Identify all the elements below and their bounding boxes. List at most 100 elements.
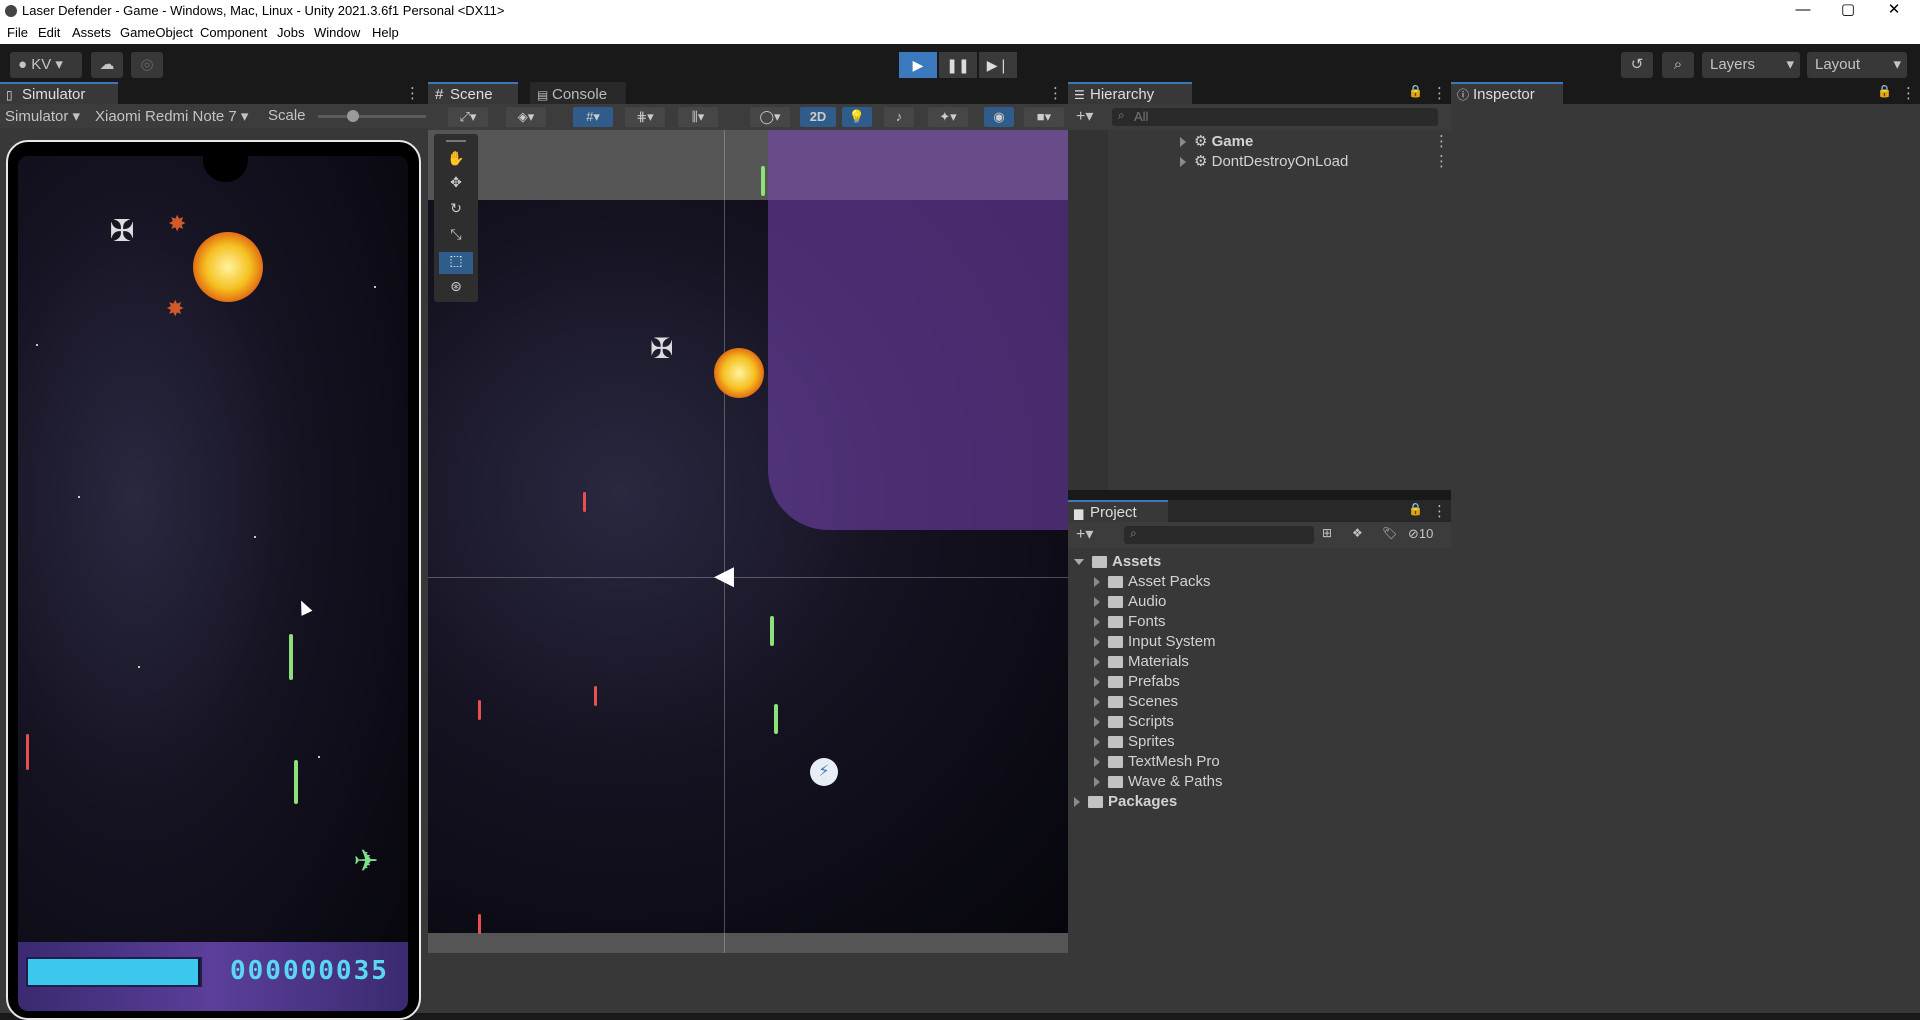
tool-palette-handle[interactable]: [446, 140, 466, 142]
hierarchy-item-game[interactable]: ⚙ Game: [1108, 132, 1408, 152]
panel-menu-icon[interactable]: ⋮: [1901, 84, 1916, 102]
chevron-down-icon: ▾: [55, 56, 63, 73]
folder-icon: [1108, 716, 1123, 729]
project-search-input[interactable]: ⌕: [1124, 526, 1314, 544]
hand-tool-icon[interactable]: ✋: [439, 150, 473, 172]
minimize-button[interactable]: —: [1781, 0, 1825, 22]
account-dropdown[interactable]: ● KV ▾: [10, 52, 82, 78]
device-dropdown[interactable]: Xiaomi Redmi Note 7 ▾: [95, 107, 248, 125]
grid-snap-dropdown[interactable]: #▾: [573, 107, 613, 127]
panel-menu-icon[interactable]: ⋮: [1048, 84, 1063, 102]
game-view[interactable]: ✠ ✸ ✸ ✈ 000000035: [18, 156, 408, 1011]
folder-label: Wave & Paths: [1128, 773, 1223, 790]
folder-materials[interactable]: Materials: [1074, 652, 1374, 672]
folder-audio[interactable]: Audio: [1074, 592, 1374, 612]
folder-input-system[interactable]: Input System: [1074, 632, 1374, 652]
step-button[interactable]: ▶❘: [979, 52, 1017, 78]
rect-tool-icon[interactable]: ⬚: [439, 252, 473, 274]
transform-tool-icon[interactable]: ⊛: [439, 278, 473, 300]
folder-fonts[interactable]: Fonts: [1074, 612, 1374, 632]
collab-icon[interactable]: ◎: [131, 52, 163, 78]
tab-simulator[interactable]: ▯ Simulator: [0, 82, 118, 104]
effects-dropdown[interactable]: ✦▾: [928, 107, 968, 127]
menu-gameobject[interactable]: GameObject: [120, 25, 193, 40]
audio-toggle-icon[interactable]: ♪: [884, 107, 914, 127]
folder-scripts[interactable]: Scripts: [1074, 712, 1374, 732]
search-icon: ⌕: [1118, 108, 1125, 122]
item-menu-icon[interactable]: ⋮: [1434, 132, 1449, 150]
folder-prefabs[interactable]: Prefabs: [1074, 672, 1374, 692]
label-filter-icon[interactable]: 🏷: [1382, 526, 1397, 540]
enemy-laser: [26, 734, 29, 770]
tool-palette: ✋ ✥ ↻ ⤡ ⬚ ⊛: [434, 134, 478, 302]
scene-viewport[interactable]: ✠ ◀ ⚡ ✋ ✥ ↻ ⤡ ⬚ ⊛: [428, 130, 1068, 953]
folder-icon: [1108, 656, 1123, 669]
tab-scene[interactable]: # Scene: [428, 82, 518, 104]
tab-inspector[interactable]: ⓘ Inspector: [1451, 82, 1563, 104]
folder-assets[interactable]: Assets: [1074, 552, 1374, 572]
search-icon[interactable]: ⌕: [1662, 52, 1694, 78]
lighting-toggle-icon[interactable]: 💡: [842, 107, 872, 127]
add-icon[interactable]: +▾: [1076, 106, 1093, 126]
snap-increment-dropdown[interactable]: ⋕▾: [625, 107, 665, 127]
layers-dropdown[interactable]: Layers ▾: [1702, 52, 1800, 78]
folder-asset-packs[interactable]: Asset Packs: [1074, 572, 1374, 592]
folder-label: Materials: [1128, 653, 1189, 670]
menu-file[interactable]: File: [7, 25, 28, 40]
close-button[interactable]: ✕: [1872, 0, 1916, 22]
folder-wave-paths[interactable]: Wave & Paths: [1074, 772, 1374, 792]
folder-icon: [1108, 596, 1123, 609]
folder-textmesh-pro[interactable]: TextMesh Pro: [1074, 752, 1374, 772]
folder-icon: [1088, 796, 1103, 809]
folder-scenes[interactable]: Scenes: [1074, 692, 1374, 712]
cloud-icon[interactable]: ☁: [91, 52, 123, 78]
visibility-toggle-icon[interactable]: ◉: [984, 107, 1014, 127]
panel-menu-icon[interactable]: ⋮: [1432, 84, 1447, 102]
rotate-tool-icon[interactable]: ↻: [439, 200, 473, 222]
search-filter-icon[interactable]: ⊞: [1322, 526, 1332, 540]
menu-help[interactable]: Help: [372, 25, 399, 40]
type-filter-icon[interactable]: ❖: [1352, 526, 1363, 540]
play-button[interactable]: ▶: [899, 52, 937, 78]
mode-2d-toggle[interactable]: 2D: [800, 107, 836, 127]
tab-hierarchy[interactable]: ☰ Hierarchy: [1068, 82, 1192, 104]
hidden-packages-toggle[interactable]: ⊘10: [1408, 526, 1433, 542]
menu-jobs[interactable]: Jobs: [277, 25, 304, 40]
gizmo-tool-dropdown[interactable]: ⤢▾: [448, 107, 488, 127]
layout-dropdown[interactable]: Layout ▾: [1807, 52, 1907, 78]
folder-label: Audio: [1128, 593, 1167, 610]
grid-plane-dropdown[interactable]: ⫼▾: [678, 107, 718, 127]
tab-console[interactable]: ▤ Console: [530, 82, 626, 104]
menu-assets[interactable]: Assets: [72, 25, 111, 40]
folder-sprites[interactable]: Sprites: [1074, 732, 1374, 752]
menu-window[interactable]: Window: [314, 25, 360, 40]
draw-mode-dropdown[interactable]: ◈▾: [506, 107, 546, 127]
lock-icon[interactable]: 🔒: [1408, 502, 1423, 516]
lock-icon[interactable]: 🔒: [1408, 84, 1423, 98]
folder-packages[interactable]: Packages: [1074, 792, 1374, 812]
shading-dropdown[interactable]: ◯▾: [750, 107, 790, 127]
menu-edit[interactable]: Edit: [38, 25, 60, 40]
tab-project[interactable]: ▆ Project: [1068, 500, 1168, 522]
simulator-mode-dropdown[interactable]: Simulator ▾: [5, 107, 80, 125]
menu-component[interactable]: Component: [200, 25, 267, 40]
item-menu-icon[interactable]: ⋮: [1434, 152, 1449, 170]
panel-menu-icon[interactable]: ⋮: [405, 84, 420, 102]
scale-tool-icon[interactable]: ⤡: [439, 226, 473, 248]
move-tool-icon[interactable]: ✥: [439, 174, 473, 196]
history-icon[interactable]: ↺: [1621, 52, 1653, 78]
maximize-button[interactable]: ▢: [1826, 0, 1870, 22]
add-icon[interactable]: +▾: [1076, 524, 1093, 544]
camera-dropdown[interactable]: ■▾: [1024, 107, 1064, 127]
panel-menu-icon[interactable]: ⋮: [1432, 502, 1447, 520]
folder-label: Scenes: [1128, 693, 1179, 710]
folder-label: Sprites: [1128, 733, 1175, 750]
hierarchy-item-dontdestroyonload[interactable]: ⚙ DontDestroyOnLoad: [1108, 152, 1408, 172]
hierarchy-search-input[interactable]: ⌕ All: [1112, 108, 1438, 126]
lock-icon[interactable]: 🔒: [1877, 84, 1892, 98]
scale-slider[interactable]: [318, 110, 426, 122]
enemy-ship: ✠: [650, 333, 674, 364]
pause-button[interactable]: ❚❚: [939, 52, 977, 78]
scale-slider-handle[interactable]: [347, 110, 359, 122]
folder-icon: [1108, 636, 1123, 649]
